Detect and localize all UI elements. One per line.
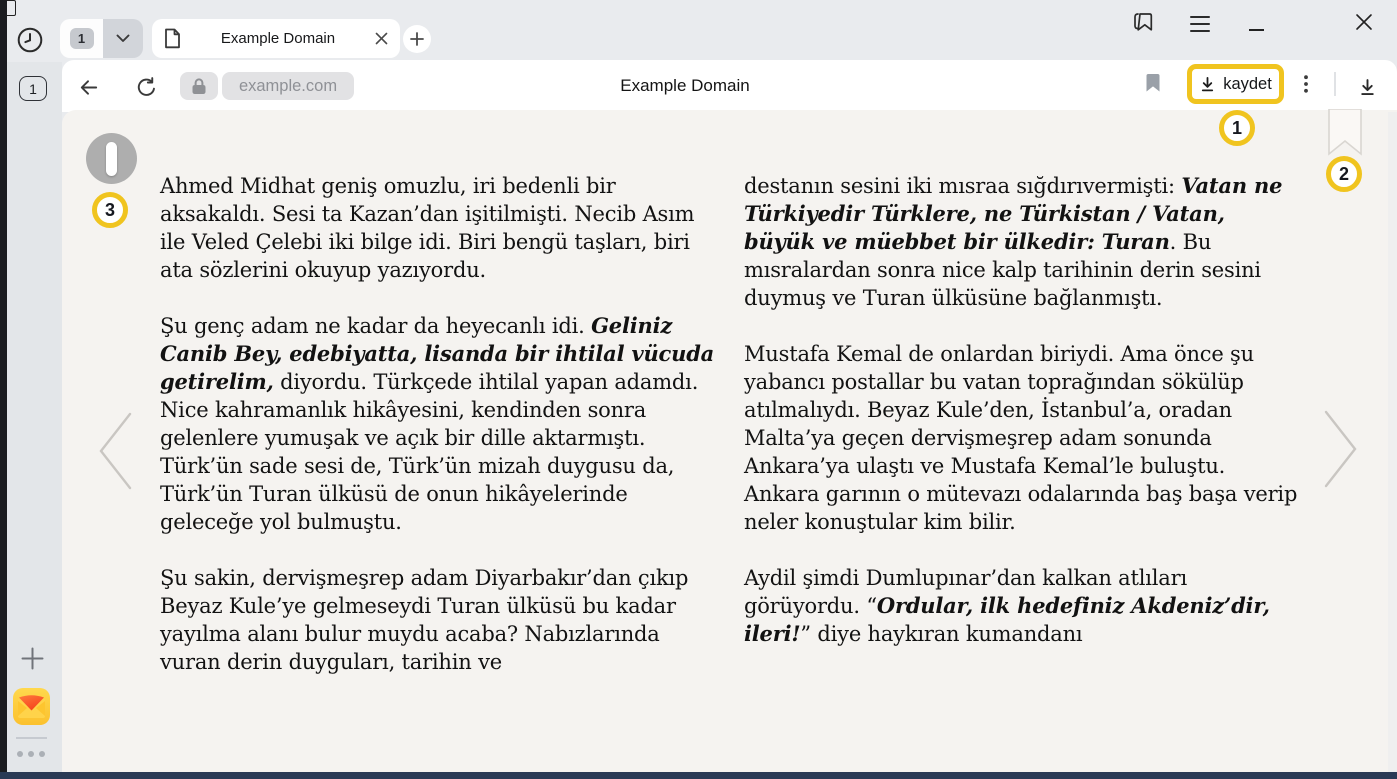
more-options-button[interactable] (1296, 74, 1316, 94)
minimize-icon (1249, 29, 1264, 31)
download-arrow-icon (1199, 76, 1216, 93)
text-column-1: Ahmed Midhat geniş omuzlu, iri bedenli b… (160, 172, 717, 704)
back-arrow-icon (77, 76, 100, 99)
ellipsis-dots-icon (17, 751, 23, 757)
save-button[interactable]: kaydet (1187, 64, 1284, 104)
mail-envelope-icon (13, 688, 50, 725)
lock-icon (192, 78, 206, 95)
document-favicon-icon (164, 28, 181, 49)
reader-paragraph: Ahmed Midhat geniş omuzlu, iri bedenli b… (160, 172, 717, 284)
ribbon-bookmark-icon (1328, 109, 1362, 157)
new-tab-button[interactable] (403, 25, 431, 53)
page-bookmark-ribbon[interactable] (1328, 109, 1362, 162)
plus-icon (21, 647, 44, 670)
annotation-marker-1: 1 (1219, 110, 1255, 146)
text-column-2: destanın sesini iki mısraa sığdırıvermiş… (744, 172, 1301, 676)
add-bookmark-button[interactable] (1144, 73, 1162, 93)
reader-paragraph: Şu genç adam ne kadar da heyecanlı idi. … (160, 312, 717, 536)
toolbar-divider (1334, 72, 1336, 96)
yandex-mail-button[interactable] (13, 688, 50, 725)
url-text: example.com (239, 77, 337, 96)
taskbar-edge-strip (0, 772, 1397, 779)
kebab-dots-icon (1304, 75, 1308, 93)
chevron-down-icon (116, 34, 130, 43)
next-page-button[interactable] (1322, 409, 1360, 494)
browser-window: 1 Example Domain (0, 0, 1397, 779)
reload-button[interactable] (134, 75, 158, 99)
bookmark-flag-icon (1132, 11, 1156, 33)
hamburger-icon (1190, 16, 1210, 18)
chevron-right-icon (1322, 409, 1360, 489)
history-clock-icon (16, 26, 44, 54)
tab-count-badge: 1 (70, 28, 94, 49)
reload-icon (135, 76, 158, 99)
save-button-label: kaydet (1223, 75, 1272, 94)
close-icon (1355, 13, 1373, 31)
reader-paragraph: Aydil şimdi Dumlupınar’dan kalkan atlıla… (744, 564, 1301, 648)
annotation-marker-2: 2 (1326, 156, 1362, 192)
close-window-button[interactable] (1352, 10, 1376, 34)
desktop-edge-strip (0, 0, 7, 779)
tab-close-icon[interactable] (375, 32, 388, 45)
sidebar-add-button[interactable] (20, 646, 44, 670)
reader-paragraph: Mustafa Kemal de onlardan biriydi. Ama ö… (744, 340, 1301, 536)
bookmarks-panel-button[interactable] (1131, 10, 1157, 34)
chevron-left-icon (96, 411, 134, 491)
back-button[interactable] (76, 75, 100, 99)
tab-title: Example Domain (181, 30, 375, 47)
download-arrow-icon (1358, 78, 1377, 97)
reader-paragraph: destanın sesini iki mısraa sığdırıvermiş… (744, 172, 1301, 312)
tab-example-domain[interactable]: Example Domain (152, 19, 400, 58)
url-chip[interactable]: example.com (222, 72, 354, 100)
reader-paragraph: Şu sakin, dervişmeşrep adam Diyarbakır’d… (160, 564, 717, 676)
browser-menu-button[interactable] (1188, 14, 1212, 34)
sidebar-divider (16, 737, 47, 739)
previous-page-button[interactable] (96, 411, 134, 496)
tab-group-chip[interactable]: 1 (60, 19, 143, 58)
sidebar-tab-counter[interactable]: 1 (19, 76, 47, 101)
annotation-marker-3: 3 (92, 192, 128, 228)
scrollbar-track[interactable] (1388, 112, 1397, 772)
minimize-button[interactable] (1246, 26, 1266, 34)
tab-group-counter[interactable]: 1 (60, 19, 103, 58)
tab-group-expand[interactable] (103, 19, 143, 58)
bookmark-icon (1145, 73, 1161, 93)
plus-icon (410, 32, 424, 46)
reader-mode-button[interactable] (86, 133, 137, 184)
site-security-badge[interactable] (180, 72, 218, 100)
downloads-button[interactable] (1354, 75, 1380, 99)
sidebar-more-button[interactable] (17, 751, 47, 759)
reader-power-icon (106, 142, 117, 176)
omnibox-page-title[interactable]: Example Domain (560, 76, 810, 96)
history-button[interactable] (14, 24, 46, 56)
